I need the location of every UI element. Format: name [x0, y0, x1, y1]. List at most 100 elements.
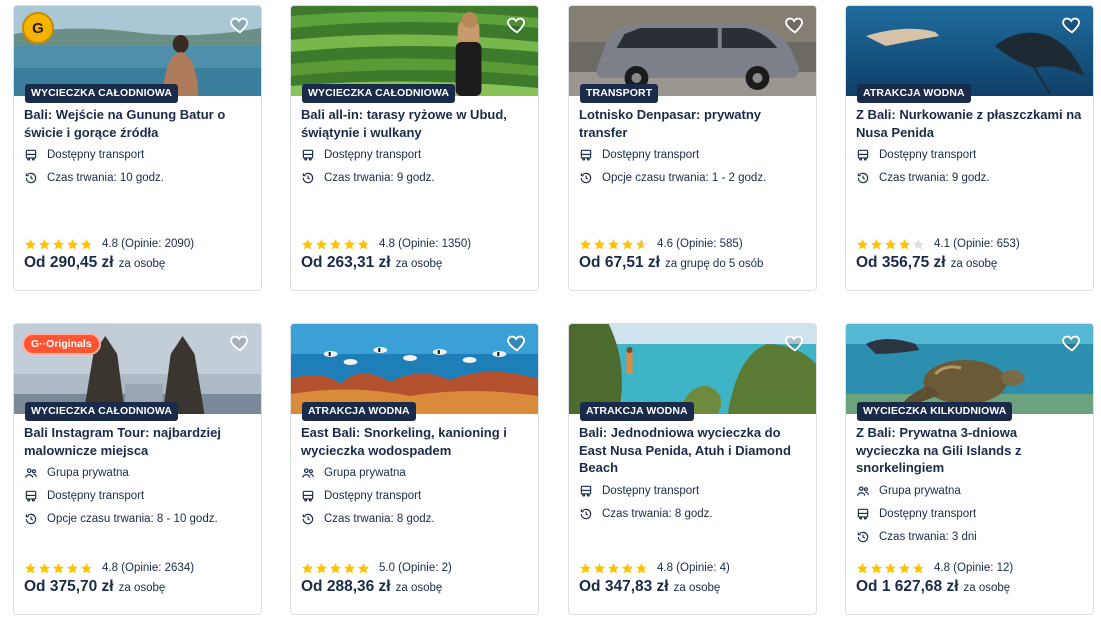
feature-label: Czas trwania: 10 godz.: [47, 172, 164, 184]
feature-label: Grupa prywatna: [47, 467, 129, 479]
activity-image[interactable]: [569, 6, 816, 96]
activity-title[interactable]: East Bali: Snorkeling, kanioning i wycie…: [301, 424, 528, 459]
rating-stars: [24, 562, 94, 575]
feature-clock: Opcje czasu trwania: 1 - 2 godz.: [579, 170, 766, 186]
wishlist-heart-icon[interactable]: [505, 331, 529, 355]
activity-image[interactable]: [291, 324, 538, 414]
star-icon: [884, 562, 897, 575]
rating-stars: [579, 238, 649, 251]
star-icon: [621, 238, 634, 251]
wishlist-heart-icon[interactable]: [1060, 331, 1084, 355]
bus-icon: [579, 148, 593, 162]
bus-icon: [301, 489, 315, 503]
wishlist-heart-icon[interactable]: [1060, 13, 1084, 37]
price-row: Od 1 627,68 zł za osobę: [856, 578, 1010, 596]
clock-icon: [856, 171, 870, 185]
star-icon: [329, 562, 342, 575]
clock-icon: [301, 512, 315, 526]
activity-title[interactable]: Z Bali: Nurkowanie z płaszczkami na Nusa…: [856, 106, 1083, 141]
activity-title[interactable]: Lotnisko Denpasar: prywatny transfer: [579, 106, 806, 141]
feature-label: Dostępny transport: [324, 149, 422, 161]
feature-clock: Czas trwania: 9 godz.: [856, 170, 990, 186]
star-icon: [38, 562, 51, 575]
wishlist-heart-icon[interactable]: [783, 13, 807, 37]
star-icon: [870, 562, 883, 575]
feature-group: Grupa prywatna: [301, 465, 406, 481]
star-icon: [898, 238, 911, 251]
activity-card[interactable]: TRANSPORT Lotnisko Denpasar: prywatny tra…: [568, 5, 817, 291]
feature-group: Grupa prywatna: [24, 465, 129, 481]
rating-row: 4.8 (Opinie: 2634): [24, 560, 194, 576]
price-amount: Od 1 627,68 zł: [856, 578, 959, 595]
price-amount: Od 263,31 zł: [301, 254, 391, 271]
top-pick-badge: G: [22, 12, 54, 44]
activity-card[interactable]: G WYCIECZKA CAŁODNIOWA Bali: Wejście na Gu…: [13, 5, 262, 291]
rating-text: 4.8 (Opinie: 12): [934, 562, 1014, 574]
activity-card[interactable]: WYCIECZKA KILKUDNIOWA Z Bali: Prywatna 3-…: [845, 323, 1094, 615]
wishlist-heart-icon[interactable]: [783, 331, 807, 355]
star-icon: [635, 238, 648, 251]
activity-image[interactable]: [569, 324, 816, 414]
bus-icon: [24, 489, 38, 503]
bus-icon: [579, 484, 593, 498]
price-row: Od 290,45 zł za osobę: [24, 254, 165, 272]
feature-bus: Dostępny transport: [301, 147, 421, 163]
activity-card[interactable]: ATRAKCJA WODNA East Bali: Snorkeling, kan…: [290, 323, 539, 615]
price-amount: Od 356,75 zł: [856, 254, 946, 271]
star-icon: [315, 238, 328, 251]
feature-label: Grupa prywatna: [879, 484, 961, 497]
activity-title[interactable]: Bali: Jednodniowa wycieczka do East Nusa…: [579, 424, 806, 477]
rating-stars: [856, 562, 926, 575]
star-icon: [635, 562, 648, 575]
star-icon: [38, 238, 51, 251]
wishlist-heart-icon[interactable]: [505, 13, 529, 37]
activity-title[interactable]: Bali all-in: tarasy ryżowe w Ubud, świąt…: [301, 106, 528, 141]
star-icon: [66, 562, 79, 575]
activity-title[interactable]: Z Bali: Prywatna 3-dniowa wycieczka na G…: [856, 424, 1083, 477]
clock-icon: [579, 171, 593, 185]
star-icon: [856, 238, 869, 251]
feature-bus: Dostępny transport: [856, 506, 976, 522]
rating-stars: [301, 562, 371, 575]
price-unit: za osobę: [118, 582, 166, 594]
activity-title[interactable]: Bali Instagram Tour: najbardziej malowni…: [24, 424, 251, 459]
star-icon: [579, 562, 592, 575]
star-icon: [593, 238, 606, 251]
activity-title[interactable]: Bali: Wejście na Gunung Batur o świcie i…: [24, 106, 251, 141]
rating-text: 4.8 (Opinie: 4): [657, 562, 730, 574]
clock-icon: [24, 171, 38, 185]
price-unit: za osobę: [395, 582, 443, 594]
originals-badge: G··Originals: [22, 333, 101, 355]
feature-clock: Czas trwania: 10 godz.: [24, 170, 164, 186]
feature-bus: Dostępny transport: [24, 147, 144, 163]
star-icon: [357, 562, 370, 575]
activity-card[interactable]: ATRAKCJA WODNA Z Bali: Nurkowanie z płasz…: [845, 5, 1094, 291]
feature-clock: Czas trwania: 8 godz.: [301, 511, 435, 527]
feature-label: Czas trwania: 8 godz.: [324, 513, 435, 525]
activity-image[interactable]: [846, 324, 1093, 414]
rating-row: 4.8 (Opinie: 2090): [24, 236, 194, 252]
category-badge: ATRAKCJA WODNA: [580, 402, 694, 421]
category-badge: WYCIECZKA CAŁODNIOWA: [25, 402, 179, 421]
star-icon: [315, 562, 328, 575]
wishlist-heart-icon[interactable]: [228, 13, 252, 37]
star-icon: [52, 562, 65, 575]
wishlist-heart-icon[interactable]: [228, 331, 252, 355]
feature-clock: Opcje czasu trwania: 8 - 10 godz.: [24, 511, 218, 527]
feature-label: Dostępny transport: [47, 149, 145, 161]
activity-card[interactable]: ATRAKCJA WODNA Bali: Jednodniowa wycieczk…: [568, 323, 817, 615]
feature-label: Czas trwania: 9 godz.: [324, 172, 435, 184]
activity-image[interactable]: [291, 6, 538, 96]
activity-card[interactable]: G··Originals WYCIECZKA CAŁODNIOWA Bali Ins…: [13, 323, 262, 615]
price-amount: Od 290,45 zł: [24, 254, 114, 271]
feature-bus: Dostępny transport: [579, 147, 699, 163]
feature-label: Dostępny transport: [602, 484, 700, 497]
price-row: Od 375,70 zł za osobę: [24, 578, 165, 596]
price-unit: za osobę: [673, 582, 721, 594]
feature-label: Czas trwania: 3 dni: [879, 530, 977, 543]
rating-text: 4.1 (Opinie: 653): [934, 238, 1020, 250]
activity-card[interactable]: WYCIECZKA CAŁODNIOWA Bali all-in: tarasy …: [290, 5, 539, 291]
clock-icon: [579, 507, 593, 521]
activity-image[interactable]: [846, 6, 1093, 96]
star-icon: [24, 238, 37, 251]
